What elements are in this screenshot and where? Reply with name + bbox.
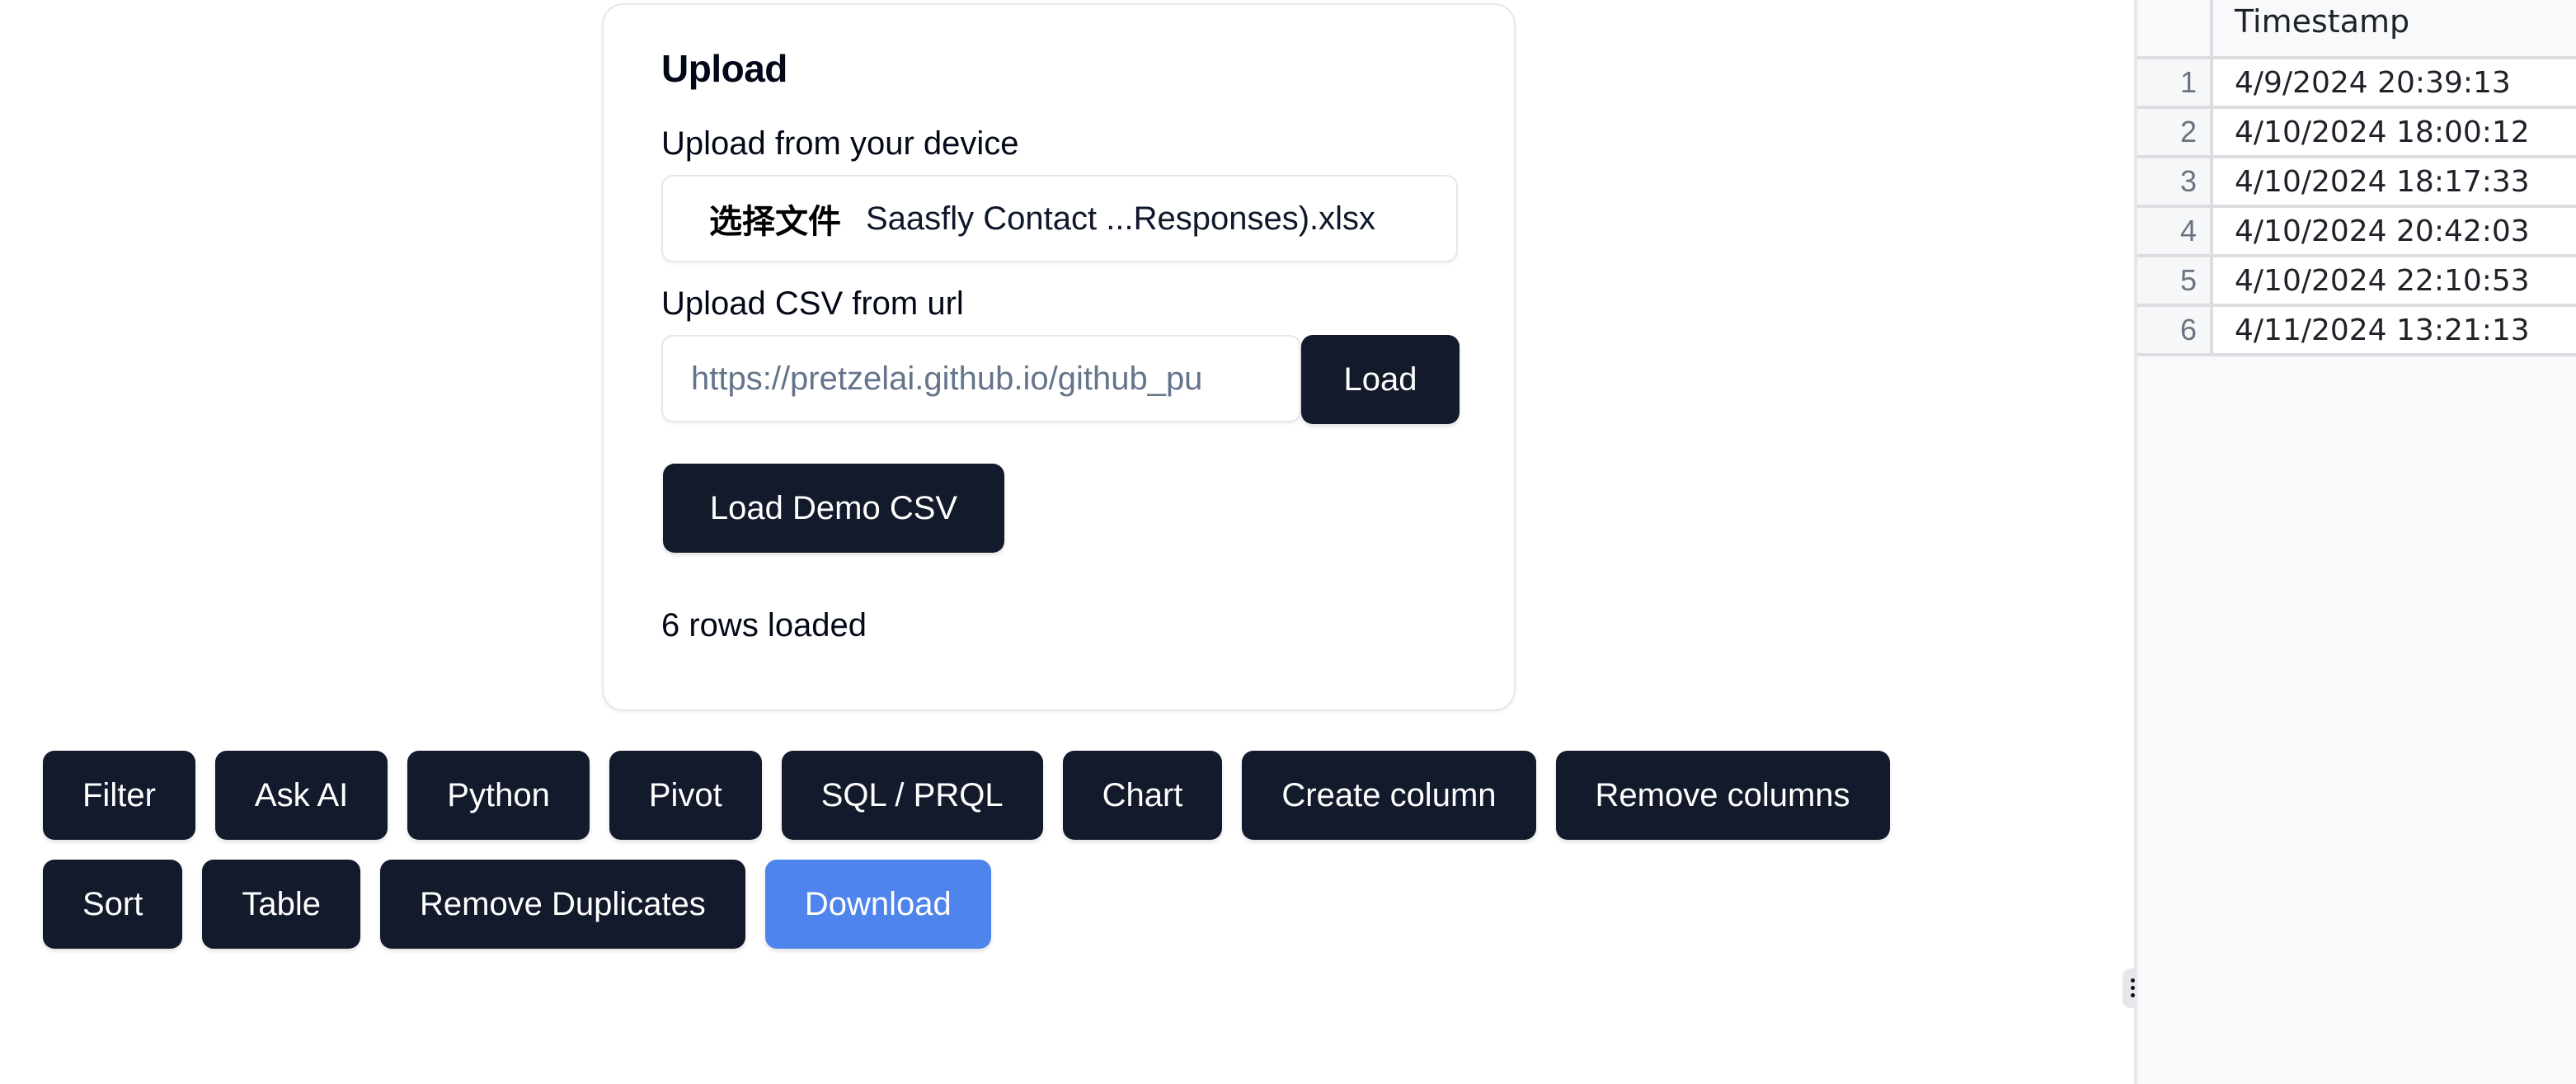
remove-duplicates-button[interactable]: Remove Duplicates: [379, 860, 745, 949]
load-url-button[interactable]: Load: [1301, 335, 1460, 424]
toolbar-row-2: Sort Table Remove Duplicates Download: [43, 860, 2104, 949]
timestamp-cell[interactable]: 4/10/2024 20:42:03: [2213, 208, 2576, 254]
data-grid: Timestamp 1 4/9/2024 20:39:13 2 4/10/202…: [2137, 0, 2576, 356]
table-row: 3 4/10/2024 18:17:33: [2137, 158, 2576, 208]
handle-dot: [2130, 986, 2135, 990]
left-pane: Upload Upload from your device 选择文件 Saas…: [0, 0, 2132, 1084]
timestamp-cell[interactable]: 4/10/2024 18:17:33: [2213, 158, 2576, 205]
timestamp-cell[interactable]: 4/10/2024 22:10:53: [2213, 257, 2576, 304]
file-input[interactable]: 选择文件 Saasfly Contact ...Responses).xlsx: [661, 175, 1458, 262]
device-upload-label: Upload from your device: [661, 125, 1019, 162]
load-demo-csv-button[interactable]: Load Demo CSV: [663, 464, 1004, 553]
data-grid-pane: Timestamp 1 4/9/2024 20:39:13 2 4/10/202…: [2137, 0, 2576, 1084]
pivot-button[interactable]: Pivot: [609, 751, 762, 840]
upload-title: Upload: [661, 47, 787, 90]
ask-ai-button[interactable]: Ask AI: [214, 751, 388, 840]
grid-header-row: Timestamp: [2137, 0, 2576, 59]
python-button[interactable]: Python: [407, 751, 590, 840]
choose-file-button[interactable]: 选择文件: [709, 195, 841, 243]
create-column-button[interactable]: Create column: [1242, 751, 1536, 840]
table-row: 4 4/10/2024 20:42:03: [2137, 208, 2576, 257]
table-row: 5 4/10/2024 22:10:53: [2137, 257, 2576, 307]
row-number: 4: [2137, 208, 2213, 254]
column-header-timestamp[interactable]: Timestamp: [2213, 0, 2576, 56]
handle-dot: [2130, 993, 2135, 997]
handle-dot: [2130, 978, 2135, 983]
upload-card: Upload Upload from your device 选择文件 Saas…: [602, 3, 1516, 711]
sql-prql-button[interactable]: SQL / PRQL: [781, 751, 1043, 840]
table-button[interactable]: Table: [202, 860, 360, 949]
timestamp-cell[interactable]: 4/10/2024 18:00:12: [2213, 109, 2576, 155]
row-number: 3: [2137, 158, 2213, 205]
timestamp-cell[interactable]: 4/11/2024 13:21:13: [2213, 307, 2576, 353]
row-number: 6: [2137, 307, 2213, 353]
table-row: 6 4/11/2024 13:21:13: [2137, 307, 2576, 356]
toolbar-row-1: Filter Ask AI Python Pivot SQL / PRQL Ch…: [43, 751, 2104, 840]
row-number: 1: [2137, 59, 2213, 106]
row-number: 2: [2137, 109, 2213, 155]
table-row: 2 4/10/2024 18:00:12: [2137, 109, 2576, 158]
rows-loaded-status: 6 rows loaded: [661, 607, 867, 643]
filter-button[interactable]: Filter: [43, 751, 195, 840]
timestamp-cell[interactable]: 4/9/2024 20:39:13: [2213, 59, 2576, 106]
csv-url-input[interactable]: [661, 335, 1301, 422]
table-row: 1 4/9/2024 20:39:13: [2137, 59, 2576, 109]
sort-button[interactable]: Sort: [43, 860, 183, 949]
url-upload-label: Upload CSV from url: [661, 285, 964, 322]
remove-columns-button[interactable]: Remove columns: [1555, 751, 1890, 840]
chart-button[interactable]: Chart: [1062, 751, 1223, 840]
row-number-header: [2137, 0, 2213, 56]
selected-file-name: Saasfly Contact ...Responses).xlsx: [866, 200, 1376, 237]
download-button[interactable]: Download: [764, 860, 991, 949]
row-number: 5: [2137, 257, 2213, 304]
